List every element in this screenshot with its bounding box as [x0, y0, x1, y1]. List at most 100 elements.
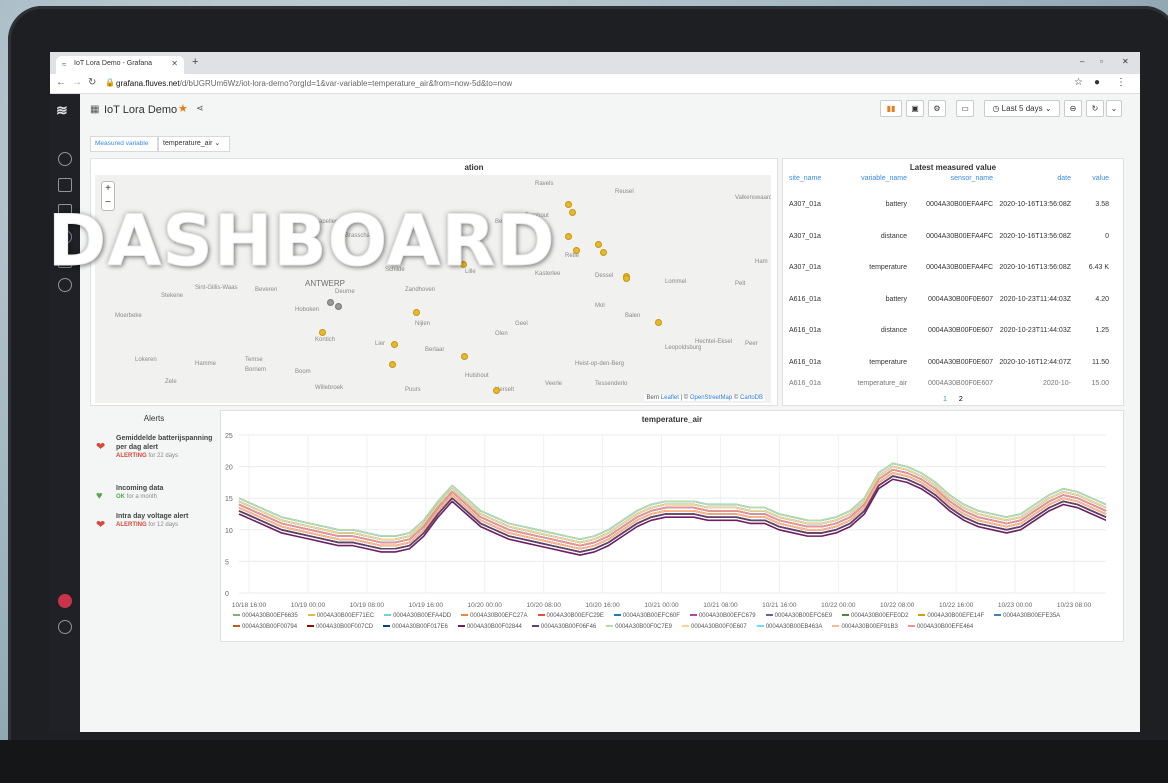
- legend-item[interactable]: 0004A30B00F06F46: [531, 622, 596, 633]
- browser-tab[interactable]: ≈ IoT Lora Demo - Grafana ✕: [56, 56, 184, 74]
- legend-item[interactable]: 0004A30B00EB463A: [756, 622, 822, 633]
- forward-icon[interactable]: →: [72, 77, 82, 88]
- page-link[interactable]: 2: [959, 396, 963, 403]
- sensor-marker[interactable]: [319, 329, 326, 336]
- profile-icon[interactable]: ●: [1094, 77, 1100, 88]
- sensor-marker[interactable]: [327, 299, 334, 306]
- dashboard-settings-button[interactable]: ⚙: [928, 100, 946, 117]
- sensor-marker[interactable]: [391, 341, 398, 348]
- sensor-marker[interactable]: [461, 353, 468, 360]
- tab-close-icon[interactable]: ✕: [171, 59, 178, 68]
- legend-item[interactable]: 0004A30B00F00794: [233, 622, 297, 633]
- legend-item[interactable]: 0004A30B00F0E607: [682, 622, 747, 633]
- sensor-marker[interactable]: [389, 361, 396, 368]
- x-tick-label: 10/19 08:00: [350, 602, 385, 609]
- legend-item[interactable]: 0004A30B00EFC6E9: [765, 611, 832, 622]
- legend-swatch: [233, 625, 240, 628]
- legend-item[interactable]: 0004A30B00EFE14F: [918, 611, 984, 622]
- table-cell: temperature: [869, 358, 907, 366]
- clock-icon: ◷: [992, 104, 1000, 113]
- legend-item[interactable]: 0004A30B00EFC27A: [461, 611, 528, 622]
- map-city-label: Ham: [755, 259, 768, 265]
- x-tick-label: 10/23 08:00: [1057, 602, 1092, 609]
- sensor-marker[interactable]: [573, 247, 580, 254]
- sensor-marker[interactable]: [600, 249, 607, 256]
- minimize-icon[interactable]: –: [1080, 57, 1084, 66]
- alert-item[interactable]: ❤ Gemiddelde batterijspanning per dag ale…: [96, 434, 216, 459]
- column-header[interactable]: site_name: [789, 175, 847, 189]
- alert-item[interactable]: ❤ Intra day voltage alert ALERTING for 12 …: [96, 512, 216, 531]
- user-avatar-icon[interactable]: [58, 594, 72, 608]
- favorite-star-icon[interactable]: ★: [178, 102, 188, 115]
- time-range-picker[interactable]: ◷ Last 5 days ⌄: [984, 100, 1060, 117]
- grafana-logo-icon[interactable]: ≋: [56, 102, 68, 119]
- dashboard-title[interactable]: IoT Lora Demo: [104, 104, 177, 116]
- legend-item[interactable]: 0004A30B00EFC60F: [613, 611, 680, 622]
- cartodb-link[interactable]: CartoDB: [740, 395, 763, 401]
- series-line[interactable]: [238, 465, 1107, 544]
- legend-item[interactable]: 0004A30B00EFC679: [689, 611, 756, 622]
- maximize-icon[interactable]: ▫: [1100, 57, 1103, 66]
- sensor-marker[interactable]: [655, 319, 662, 326]
- variable-select[interactable]: temperature_air ⌄: [158, 136, 230, 152]
- column-header[interactable]: sensor_name: [907, 175, 993, 189]
- legend-item[interactable]: 0004A30B00EF71EC: [307, 611, 374, 622]
- share-icon[interactable]: ⋖: [196, 103, 204, 114]
- browser-menu-icon[interactable]: ⋮: [1116, 77, 1126, 88]
- legend-item[interactable]: 0004A30B00F02844: [457, 622, 522, 633]
- temperature-chart[interactable]: 0 5 10 15 20 25 10/18 16:00 10/19 00:00 10/19 08…: [221, 425, 1121, 611]
- url-field[interactable]: grafana.fluves.net/d/bUGRUm6Wz/iot-lora-…: [116, 79, 512, 88]
- column-header[interactable]: value: [1071, 175, 1109, 189]
- close-window-icon[interactable]: ✕: [1122, 57, 1129, 66]
- column-header[interactable]: date: [993, 175, 1071, 189]
- create-icon[interactable]: [58, 178, 72, 192]
- legend-item[interactable]: 0004A30B00EFE0D2: [842, 611, 908, 622]
- add-panel-button[interactable]: ▮▮: [880, 100, 902, 117]
- help-icon[interactable]: [58, 620, 72, 634]
- legend-label: 0004A30B00EFA4DD: [393, 613, 452, 619]
- legend-swatch: [537, 614, 545, 617]
- table-cell: 0004A30B00EFA4FC: [926, 201, 993, 209]
- x-tick-label: 10/18 16:00: [232, 602, 267, 609]
- sensor-marker[interactable]: [565, 201, 572, 208]
- save-dashboard-button[interactable]: ▣: [906, 100, 924, 117]
- osm-link[interactable]: OpenStreetMap: [690, 395, 732, 401]
- sensor-marker[interactable]: [335, 303, 342, 310]
- refresh-interval-dropdown[interactable]: ⌄: [1106, 100, 1122, 117]
- map-city-label: Kontich: [315, 337, 336, 343]
- zoom-out-button[interactable]: ⊖: [1064, 100, 1082, 117]
- zoom-in-icon[interactable]: +: [105, 183, 111, 194]
- legend-item[interactable]: 0004A30B00EFC29E: [537, 611, 604, 622]
- sensor-marker[interactable]: [623, 275, 630, 282]
- sensor-marker[interactable]: [565, 233, 572, 240]
- column-header[interactable]: variable_name: [847, 175, 907, 189]
- reload-icon[interactable]: ↻: [88, 77, 96, 88]
- sensor-marker[interactable]: [493, 387, 500, 394]
- series-line[interactable]: [238, 462, 1107, 541]
- sensor-marker[interactable]: [569, 209, 576, 216]
- back-icon[interactable]: ←: [56, 77, 66, 88]
- legend-label: 0004A30B00F017E6: [392, 624, 448, 630]
- page-link[interactable]: 1: [943, 396, 947, 403]
- legend-item[interactable]: 0004A30B00F017E6: [383, 622, 448, 633]
- bookmark-star-icon[interactable]: ☆: [1074, 77, 1083, 88]
- alert-item[interactable]: ♥ Incoming data OK for a month: [96, 484, 216, 502]
- refresh-button[interactable]: ↻: [1086, 100, 1104, 117]
- leaflet-link[interactable]: Leaflet: [661, 395, 679, 401]
- legend-item[interactable]: 0004A30B00EFE464: [907, 622, 973, 633]
- legend-item[interactable]: 0004A30B00F007CD: [307, 622, 373, 633]
- legend-item[interactable]: 0004A30B00F0C7E9: [606, 622, 672, 633]
- sensor-marker[interactable]: [595, 241, 602, 248]
- legend-item[interactable]: 0004A30B00EFE35A: [994, 611, 1060, 622]
- search-icon[interactable]: [58, 152, 72, 166]
- attribution-prefix: Bern: [646, 395, 660, 401]
- heart-icon: ♥: [96, 490, 103, 502]
- legend-item[interactable]: 0004A30B00EFA4DD: [384, 611, 451, 622]
- legend-label: 0004A30B00EFC60F: [622, 613, 680, 619]
- sensor-marker[interactable]: [413, 309, 420, 316]
- legend-item[interactable]: 0004A30B00EF91B3: [832, 622, 898, 633]
- map-city-label: Peer: [745, 341, 758, 347]
- legend-item[interactable]: 0004A30B00EF6635: [233, 611, 298, 622]
- tv-mode-button[interactable]: ▭: [956, 100, 974, 117]
- new-tab-icon[interactable]: +: [192, 56, 198, 68]
